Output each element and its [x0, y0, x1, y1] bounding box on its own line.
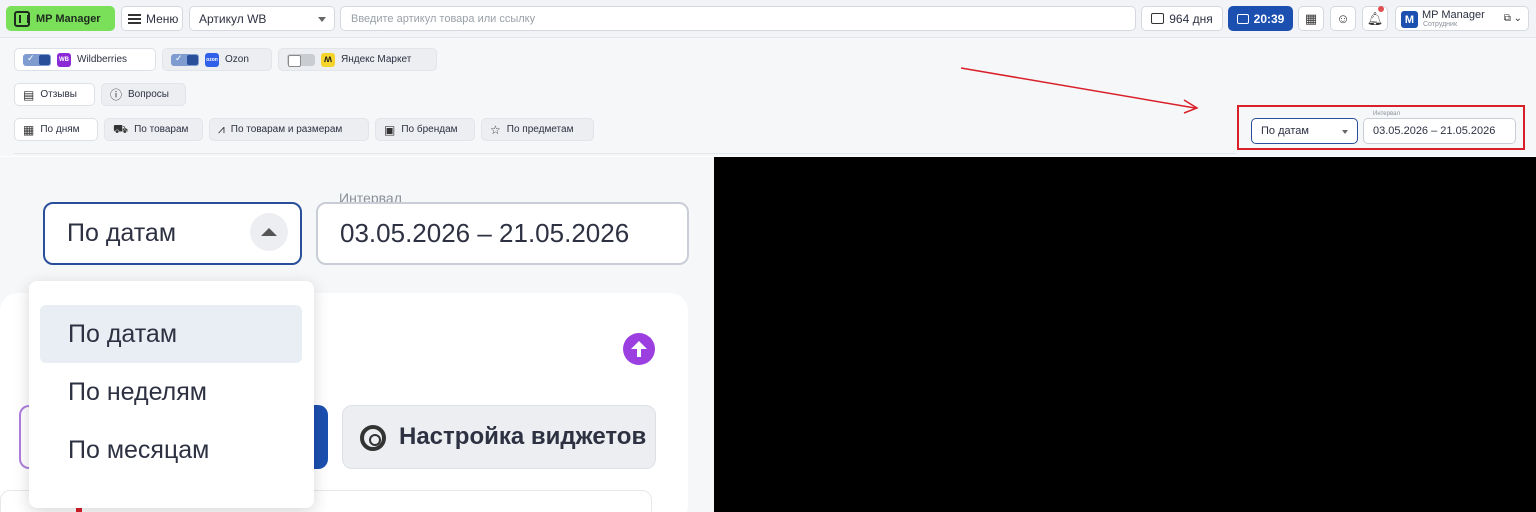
section-label: Вопросы [128, 89, 169, 100]
period-select-value: По датам [67, 219, 177, 247]
user-name: MP Manager [1422, 9, 1485, 21]
cart-icon: ⛟ [113, 121, 129, 136]
toggle-switch[interactable]: ✓ [171, 53, 199, 66]
subscription-days-button[interactable]: 964 дня [1141, 6, 1223, 31]
article-select-value: Артикул WB [199, 11, 267, 26]
logo-icon [14, 10, 30, 27]
blank-area [714, 157, 1536, 512]
view-label: По предметам [506, 124, 574, 135]
section-label: Отзывы [40, 89, 77, 100]
interval-value: 03.05.2026 – 21.05.2026 [340, 218, 630, 248]
calendar-icon: ▦ [1304, 10, 1318, 26]
calendar-button[interactable]: ▦ [1298, 6, 1324, 31]
app-root: MP Manager Меню Артикул WB Введите артик… [0, 0, 1536, 512]
calendar-icon: ▦ [23, 122, 35, 137]
logo-button[interactable]: MP Manager [6, 6, 115, 31]
chevron-down-icon [318, 17, 326, 22]
top-bar: MP Manager Меню Артикул WB Введите артик… [0, 0, 1536, 38]
logo-text: MP Manager [36, 12, 101, 25]
ozon-icon: ozon [205, 52, 219, 67]
period-option-weeks[interactable]: По неделям [40, 363, 302, 421]
section-questions[interactable]: ⓘ Вопросы [101, 83, 186, 106]
user-menu[interactable]: M MP Manager Сотрудник ⧉ ⌄ [1395, 6, 1529, 31]
gear-icon [360, 425, 386, 451]
tag-icon: ▣ [384, 122, 396, 137]
toggle-switch[interactable] [287, 53, 315, 67]
notifications-button[interactable]: 🔔︎ [1362, 6, 1388, 31]
view-label: По товарам и размерам [230, 124, 343, 135]
widget-settings-button[interactable]: Настройка виджетов [342, 405, 656, 469]
period-option-dates[interactable]: По датам [40, 305, 302, 363]
period-select-value: По датам [1261, 125, 1309, 137]
question-icon: ⓘ [110, 88, 123, 102]
view-by-products[interactable]: ⛟ По товарам [104, 118, 203, 141]
notification-dot [1378, 6, 1384, 12]
marketplace-ozon[interactable]: ✓ ozon Ozon [162, 48, 272, 71]
menu-label: Меню [146, 11, 179, 26]
marketplace-label: Ozon [225, 54, 249, 65]
smile-icon: ☺ [1336, 11, 1350, 26]
marketplace-label: Яндекс Маркет [341, 54, 412, 65]
view-by-products-sizes[interactable]: ⩘ По товарам и размерам [209, 118, 369, 141]
menu-button[interactable]: Меню [121, 6, 183, 31]
search-input[interactable]: Введите артикул товара или ссылку [340, 6, 1136, 31]
user-role: Сотрудник [1423, 21, 1458, 28]
toggle-switch[interactable]: ✓ [23, 53, 51, 66]
widget-settings-label: Настройка виджетов [399, 423, 647, 450]
chevron-up-icon[interactable] [250, 213, 288, 251]
section-reviews[interactable]: ▤ Отзывы [14, 83, 95, 106]
marketplace-label: Wildberries [77, 54, 128, 65]
burger-icon [128, 13, 141, 24]
interval-input[interactable]: 03.05.2026 – 21.05.2026 [316, 202, 689, 265]
interval-label-small: Интервал [1371, 111, 1402, 117]
star-icon: ☆ [490, 122, 501, 137]
timer-label: 20:39 [1253, 11, 1285, 26]
marketplace-yandex[interactable]: ʍ Яндекс Маркет [278, 48, 437, 71]
view-by-subjects[interactable]: ☆ По предметам [481, 118, 594, 141]
search-placeholder: Введите артикул товара или ссылку [351, 12, 536, 25]
view-by-brands[interactable]: ▣ По брендам [375, 118, 475, 141]
bell-icon: 🔔︎ [1366, 10, 1384, 26]
chevron-down-icon [1342, 130, 1348, 134]
chart-icon: ⩘ [218, 122, 225, 136]
period-select-small[interactable]: По датам [1251, 118, 1358, 144]
interval-value-small: 03.05.2026 – 21.05.2026 [1373, 125, 1496, 137]
annotation-arrow [960, 67, 1199, 114]
days-label: 964 дня [1169, 11, 1213, 26]
avatar: M [1401, 11, 1418, 28]
smile-button[interactable]: ☺ [1330, 6, 1356, 31]
chevron-down-icon: ⧉ ⌄ [1503, 13, 1522, 24]
marketplace-wildberries[interactable]: ✓ WB Wildberries [14, 48, 156, 71]
video-timer-button[interactable]: 20:39 [1228, 6, 1293, 31]
chat-icon [1151, 13, 1165, 24]
yandex-market-icon: ʍ [321, 52, 335, 67]
period-option-months[interactable]: По месяцам [40, 421, 302, 479]
view-by-days[interactable]: ▦ По дням [14, 118, 98, 141]
period-dropdown-menu: По датам По неделям По месяцам [29, 281, 314, 508]
video-icon [1236, 13, 1249, 24]
chat-icon: ▤ [23, 87, 35, 102]
view-label: По дням [40, 124, 80, 135]
filters-divider [14, 153, 1236, 154]
arrow-up-icon[interactable] [623, 333, 655, 365]
view-label: По брендам [401, 124, 458, 135]
interval-input-small[interactable]: 03.05.2026 – 21.05.2026 [1363, 118, 1516, 144]
article-type-select[interactable]: Артикул WB [189, 6, 335, 31]
view-label: По товарам [134, 124, 189, 135]
wildberries-icon: WB [57, 52, 71, 67]
